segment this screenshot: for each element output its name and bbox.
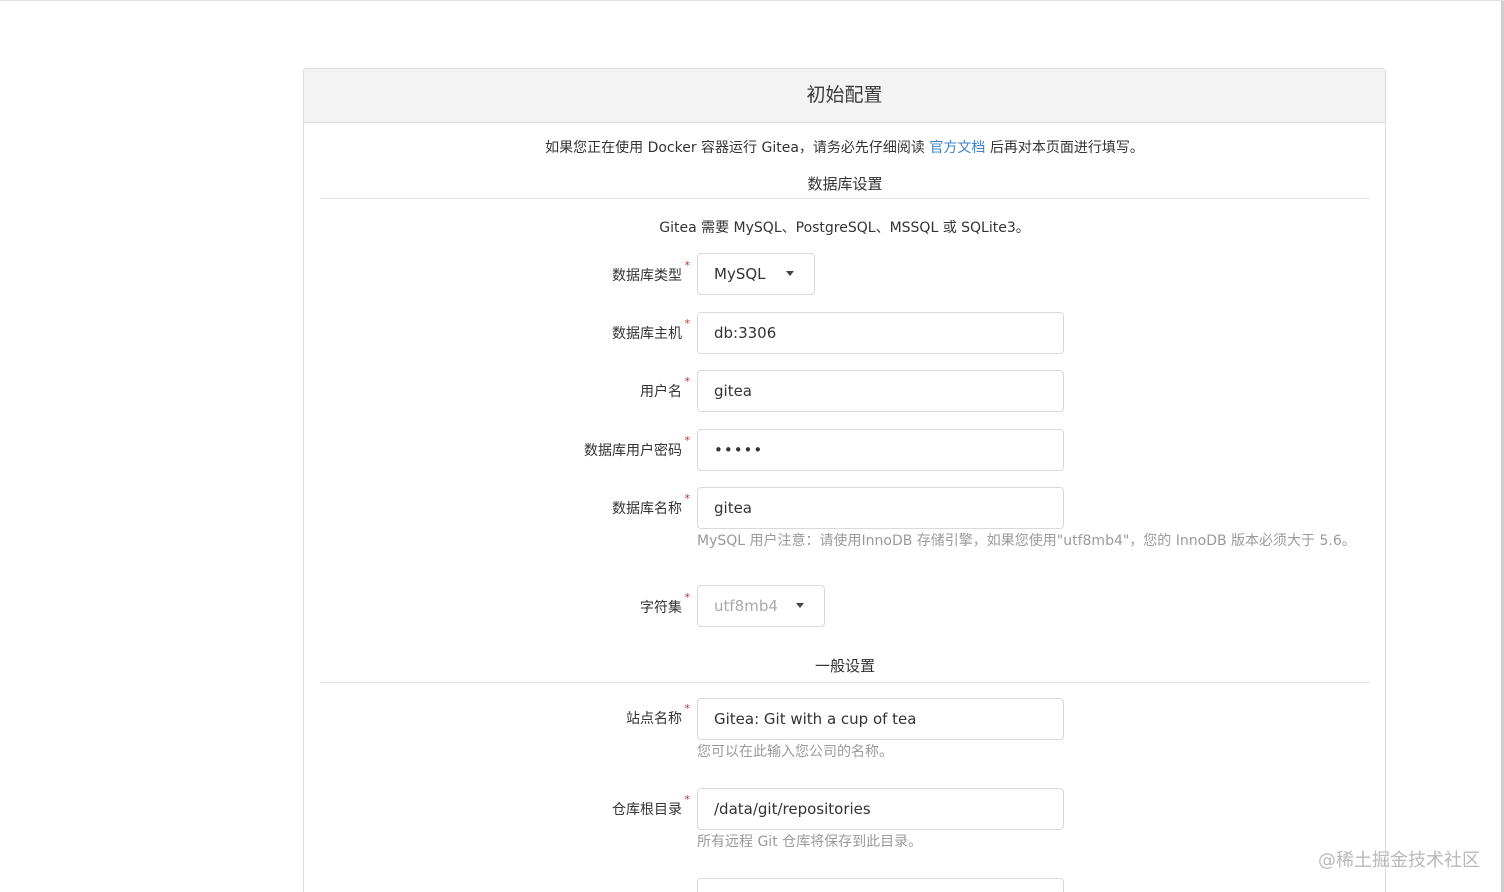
install-form-card: 初始配置 如果您正在使用 Docker 容器运行 Gitea，请务必先仔细阅读 …	[303, 68, 1386, 892]
required-marker: *	[684, 434, 691, 447]
repo-root-input[interactable]: /data/git/repositories	[697, 788, 1064, 830]
required-marker: *	[684, 591, 691, 604]
required-marker: *	[684, 492, 691, 505]
page-title: 初始配置	[304, 69, 1385, 123]
official-docs-link[interactable]: 官方文档	[929, 140, 985, 156]
site-name-help: 您可以在此输入您公司的名称。	[697, 744, 893, 760]
db-section-title: 数据库设置	[320, 173, 1370, 199]
required-marker: *	[684, 702, 691, 715]
db-type-label: 数据库类型 *	[612, 259, 690, 284]
db-name-input[interactable]: gitea	[697, 487, 1064, 529]
db-name-help: MySQL 用户注意：请使用InnoDB 存储引擎，如果您使用"utf8mb4"…	[697, 533, 1356, 549]
db-name-label: 数据库名称 *	[612, 492, 690, 517]
next-field-input[interactable]	[697, 878, 1064, 892]
db-user-input[interactable]: gitea	[697, 370, 1064, 412]
db-type-value: MySQL	[714, 265, 766, 283]
db-user-label: 用户名 *	[640, 375, 690, 400]
db-password-label: 数据库用户密码 *	[584, 434, 690, 459]
charset-label: 字符集 *	[640, 591, 690, 616]
repo-root-label: 仓库根目录 *	[612, 793, 690, 818]
db-host-label: 数据库主机 *	[612, 317, 690, 342]
general-section-title: 一般设置	[320, 655, 1370, 683]
required-marker: *	[684, 375, 691, 388]
caret-down-icon	[786, 271, 794, 276]
required-marker: *	[684, 793, 691, 806]
required-marker: *	[684, 259, 691, 272]
page-viewport: 初始配置 如果您正在使用 Docker 容器运行 Gitea，请务必先仔细阅读 …	[0, 0, 1504, 892]
site-name-input[interactable]: Gitea: Git with a cup of tea	[697, 698, 1064, 740]
watermark: @稀土掘金技术社区	[1318, 850, 1480, 871]
notice-suffix: 后再对本页面进行填写。	[985, 140, 1144, 156]
notice-prefix: 如果您正在使用 Docker 容器运行 Gitea，请务必先仔细阅读	[545, 140, 930, 156]
caret-down-icon	[796, 603, 804, 608]
db-password-input[interactable]: •••••	[697, 429, 1064, 471]
db-requirements-info: Gitea 需要 MySQL、PostgreSQL、MSSQL 或 SQLite…	[659, 220, 1030, 236]
required-marker: *	[684, 317, 691, 330]
charset-select[interactable]: utf8mb4	[697, 585, 825, 627]
db-host-input[interactable]: db:3306	[697, 312, 1064, 354]
db-type-select[interactable]: MySQL	[697, 253, 815, 295]
charset-value: utf8mb4	[714, 597, 778, 615]
repo-root-help: 所有远程 Git 仓库将保存到此目录。	[697, 834, 923, 850]
docker-notice: 如果您正在使用 Docker 容器运行 Gitea，请务必先仔细阅读 官方文档 …	[304, 137, 1385, 157]
site-name-label: 站点名称 *	[626, 702, 690, 727]
